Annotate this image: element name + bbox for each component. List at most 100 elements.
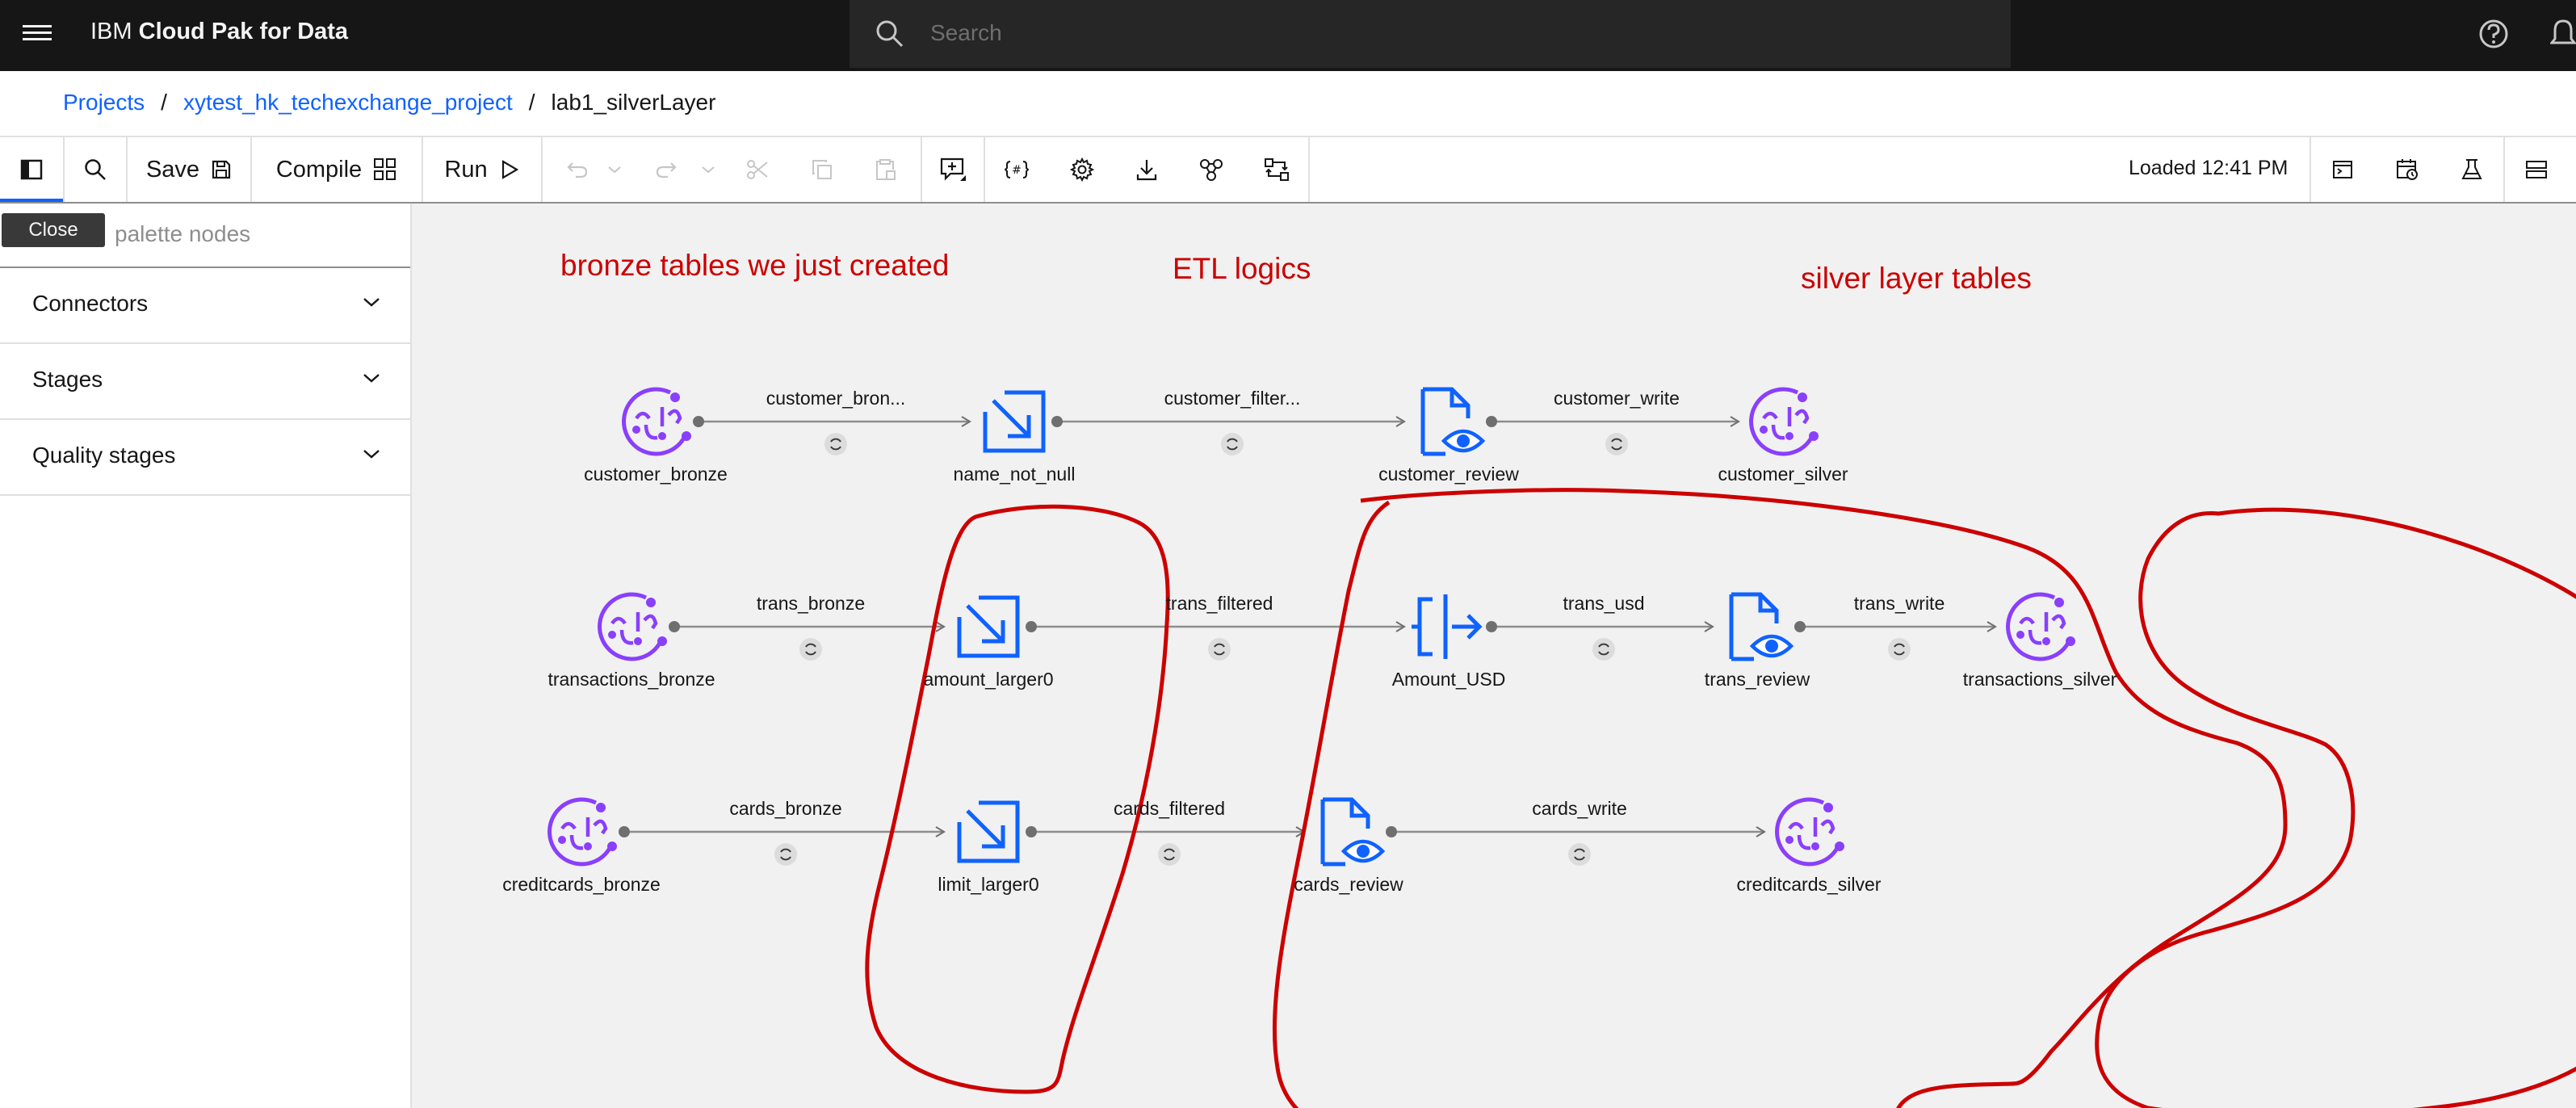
link-decorator-icon[interactable] [824, 433, 847, 455]
port-dot[interactable] [1386, 826, 1397, 837]
flow-link[interactable] [1051, 416, 1406, 455]
breadcrumb-current: lab1_silverLayer [551, 90, 716, 115]
flow-link[interactable] [1026, 621, 1406, 661]
filter-icon [983, 390, 1046, 453]
flow-node-customer_bronze[interactable] [622, 387, 691, 456]
search-icon [85, 159, 106, 180]
flow-link[interactable] [1794, 621, 1997, 661]
redo-menu-button[interactable] [696, 137, 720, 202]
breadcrumb-projects[interactable]: Projects [63, 90, 145, 115]
download-button[interactable] [1116, 137, 1177, 202]
arrange-icon [1265, 158, 1289, 181]
link-decorator-icon[interactable] [1888, 638, 1911, 661]
lineage-button[interactable] [1181, 137, 1242, 202]
undo-button[interactable] [557, 137, 598, 202]
node-label: name_not_null [953, 464, 1076, 485]
copy-button[interactable] [799, 137, 845, 202]
flow-canvas[interactable]: customer_bronze name_not_null customer_rev… [412, 204, 2576, 1108]
accordion-connectors[interactable]: Connectors [0, 268, 410, 344]
flow-link[interactable] [1486, 621, 1714, 661]
flow-node-transactions_silver[interactable] [2006, 592, 2075, 661]
flow-link[interactable] [619, 826, 946, 866]
port-dot[interactable] [1794, 621, 1806, 632]
properties-button[interactable] [2505, 137, 2568, 202]
flow-node-cards_review[interactable] [1320, 797, 1386, 867]
divider [984, 137, 985, 202]
redo-button[interactable] [646, 137, 686, 202]
brand-prefix: IBM [90, 19, 132, 44]
link-decorator-icon[interactable] [1592, 638, 1615, 661]
link-label: cards_bronze [729, 798, 842, 819]
flow-node-name_not_null[interactable] [983, 390, 1046, 453]
flow-node-customer_review[interactable] [1420, 387, 1486, 456]
flow-node-creditcards_silver[interactable] [1775, 797, 1844, 867]
product-name[interactable]: IBM Cloud Pak for Data [90, 19, 348, 45]
top-header: IBM Cloud Pak for Data Search [0, 0, 2576, 71]
test-button[interactable] [2440, 137, 2503, 202]
link-decorator-icon[interactable] [1208, 638, 1231, 661]
port-dot[interactable] [693, 416, 704, 427]
port-dot[interactable] [1486, 416, 1497, 427]
parameters-button[interactable]: # [987, 137, 1047, 202]
run-button[interactable]: Run [423, 137, 541, 202]
paste-button[interactable] [862, 137, 908, 202]
accordion-stages[interactable]: Stages [0, 344, 410, 420]
link-decorator-icon[interactable] [1158, 843, 1181, 866]
compile-button[interactable]: Compile [252, 137, 422, 202]
flow-node-amount_larger0[interactable] [957, 595, 1020, 658]
link-label: customer_write [1554, 388, 1680, 409]
filter-icon [957, 800, 1020, 863]
cut-button[interactable] [735, 137, 780, 202]
port-dot[interactable] [669, 621, 680, 632]
flow-link[interactable] [1026, 826, 1306, 866]
flow-node-customer_silver[interactable] [1749, 387, 1819, 456]
logs-button[interactable] [2311, 137, 2374, 202]
toolbar: Save Compile Run # Loaded 12:41 PM [0, 137, 2576, 202]
undo-menu-button[interactable] [602, 137, 627, 202]
flow-link[interactable] [693, 416, 971, 455]
accordion-quality-stages[interactable]: Quality stages [0, 420, 410, 496]
link-decorator-icon[interactable] [1221, 433, 1244, 455]
connector-icon [598, 592, 667, 661]
schedule-button[interactable] [2376, 137, 2439, 202]
search-input[interactable]: Search [930, 20, 1002, 46]
save-button[interactable]: Save [128, 137, 250, 202]
link-label: customer_bron... [766, 388, 906, 409]
toggle-palette-button[interactable] [0, 137, 63, 202]
breadcrumb-project[interactable]: xytest_hk_techexchange_project [183, 90, 513, 115]
flow-node-creditcards_bronze[interactable] [548, 797, 617, 867]
link-decorator-icon[interactable] [1568, 843, 1591, 866]
node-label: creditcards_bronze [502, 874, 661, 895]
flow-link[interactable] [1386, 826, 1766, 866]
node-label: Amount_USD [1391, 669, 1506, 690]
port-dot[interactable] [619, 826, 630, 837]
flow-node-transactions_bronze[interactable] [598, 592, 667, 661]
connector-icon [1749, 387, 1819, 456]
port-dot[interactable] [1051, 416, 1063, 427]
port-dot[interactable] [1026, 621, 1037, 632]
chevron-down-icon [608, 166, 621, 174]
link-label: cards_filtered [1113, 798, 1226, 819]
flow-node-limit_larger0[interactable] [957, 800, 1020, 863]
menu-icon[interactable] [23, 21, 52, 50]
link-decorator-icon[interactable] [774, 843, 797, 866]
add-comment-button[interactable] [922, 137, 984, 202]
help-icon[interactable] [2477, 18, 2510, 50]
auto-arrange-button[interactable] [1245, 137, 1308, 202]
flow-link[interactable] [669, 621, 946, 661]
global-search[interactable]: Search [850, 0, 2011, 68]
settings-button[interactable] [1051, 137, 1113, 202]
port-dot[interactable] [1026, 826, 1037, 837]
chevron-down-icon [363, 450, 380, 459]
link-decorator-icon[interactable] [1605, 433, 1628, 455]
port-dot[interactable] [1486, 621, 1497, 632]
flow-node-trans_review[interactable] [1729, 592, 1794, 661]
node-label: customer_bronze [584, 464, 728, 485]
notification-icon[interactable] [2550, 18, 2576, 50]
palette-search-input[interactable]: palette nodes [115, 221, 250, 247]
search-canvas-button[interactable] [65, 137, 126, 202]
flow-link[interactable] [1486, 416, 1740, 455]
peek-icon [1320, 797, 1386, 867]
link-decorator-icon[interactable] [799, 638, 822, 661]
flow-node-Amount_USD[interactable] [1412, 594, 1483, 659]
